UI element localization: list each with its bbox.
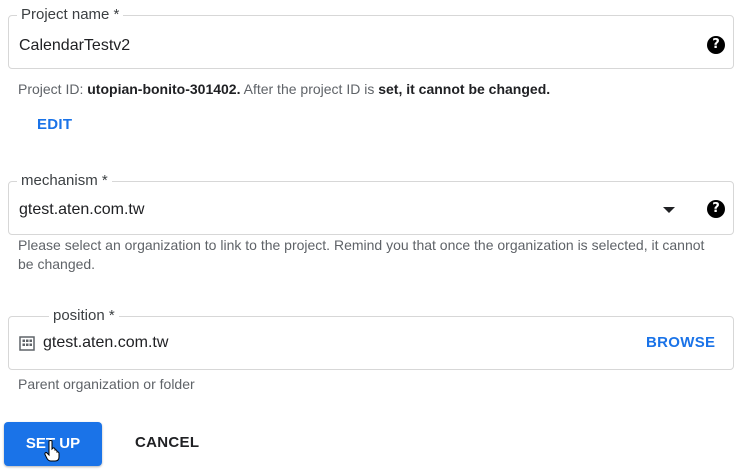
help-circle-icon[interactable]: ? <box>707 36 725 54</box>
edit-button[interactable]: EDIT <box>37 116 72 133</box>
project-name-input[interactable]: CalendarTestv2 <box>19 36 130 56</box>
project-id-value: utopian-bonito-301402. <box>87 81 241 97</box>
cancel-button[interactable]: CANCEL <box>135 434 199 451</box>
mechanism-hint: Please select an organization to link to… <box>18 237 705 272</box>
mechanism-field[interactable]: mechanism * gtest.aten.com.tw ? <box>8 172 734 235</box>
project-id-middle: After the project ID is <box>240 81 379 97</box>
mechanism-select-value[interactable]: gtest.aten.com.tw <box>19 200 144 220</box>
position-field[interactable]: position * gtest.aten.com.tw BROWSE <box>8 307 734 370</box>
position-label: position * <box>49 307 119 325</box>
mechanism-label: mechanism * <box>17 172 112 190</box>
project-id-suffix: set, it cannot be changed. <box>378 81 551 97</box>
position-value: gtest.aten.com.tw <box>43 334 169 351</box>
position-hint: Parent organization or folder <box>18 376 195 392</box>
hand-cursor-icon <box>44 440 60 462</box>
building-icon <box>19 335 35 351</box>
project-name-field[interactable]: Project name * CalendarTestv2 ? <box>8 6 734 69</box>
project-name-label: Project name * <box>17 6 124 24</box>
dropdown-arrow-icon[interactable] <box>663 207 675 213</box>
project-id-hint: Project ID: utopian-bonito-301402. After… <box>18 80 550 99</box>
project-id-prefix: Project ID: <box>18 81 88 97</box>
help-circle-icon[interactable]: ? <box>707 200 725 218</box>
browse-button[interactable]: BROWSE <box>646 334 715 351</box>
